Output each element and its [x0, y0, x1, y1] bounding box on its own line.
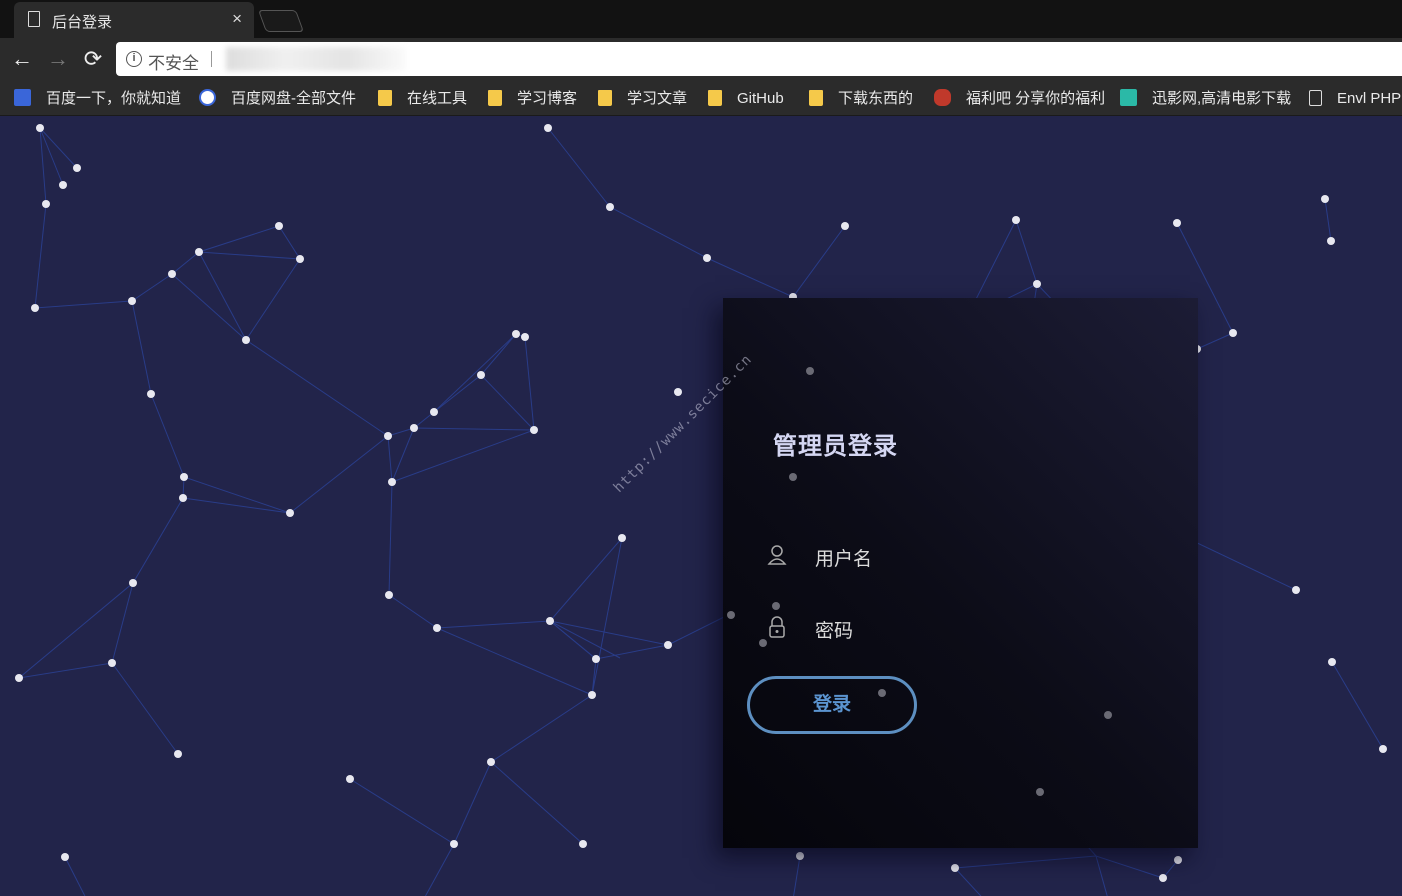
fuli-icon [934, 89, 951, 106]
bookmark-xunying[interactable]: 迅影网,高清电影下载 [1120, 88, 1292, 110]
password-field[interactable]: 密码 [763, 608, 1143, 648]
bookmark-fuli[interactable]: 福利吧 分享你的福利 [934, 88, 1104, 110]
login-panel: 管理员登录 用户名 密码 登录 [723, 298, 1198, 848]
bookmark-label: 福利吧 分享你的福利 [966, 90, 1104, 107]
baidu-pan-icon [199, 89, 216, 106]
bookmark-github[interactable]: GitHub [708, 88, 784, 110]
bookmark-label: 百度一下，你就知道 [46, 90, 182, 107]
close-tab-icon[interactable]: × [232, 9, 242, 29]
bookmarks-bar: 百度一下，你就知道 百度网盘-全部文件 在线工具 学习博客 学习文章 GitHu… [0, 80, 1402, 116]
folder-icon [809, 90, 823, 106]
tab-title: 后台登录 [52, 14, 113, 31]
bookmark-label: 学习博客 [517, 90, 578, 107]
folder-icon [708, 90, 722, 106]
folder-icon [598, 90, 612, 106]
password-input[interactable] [763, 608, 1143, 648]
login-button[interactable]: 登录 [747, 676, 917, 734]
username-field[interactable]: 用户名 [763, 536, 1143, 576]
browser-titlebar: 后台登录 × [0, 0, 1402, 38]
address-bar[interactable]: i 不安全 [116, 42, 1402, 76]
xunying-icon [1120, 89, 1137, 106]
baidu-icon [14, 89, 31, 106]
url-text-blurred[interactable] [226, 47, 406, 71]
bookmark-study-blog[interactable]: 学习博客 [488, 88, 577, 110]
reload-icon[interactable]: ⟳ [80, 46, 106, 72]
bookmark-label: 在线工具 [407, 90, 468, 107]
bookmark-label: 百度网盘-全部文件 [231, 90, 356, 107]
bookmark-label: 迅影网,高清电影下载 [1152, 90, 1292, 107]
login-title: 管理员登录 [773, 433, 898, 460]
bookmark-label: Envl PHP [1337, 90, 1402, 107]
browser-tab[interactable]: 后台登录 × [14, 2, 254, 38]
bookmark-baidu-pan[interactable]: 百度网盘-全部文件 [199, 88, 356, 110]
bookmark-label: GitHub [737, 90, 784, 107]
forward-icon[interactable]: → [45, 46, 71, 72]
folder-icon [488, 90, 502, 106]
bookmark-baidu[interactable]: 百度一下，你就知道 [14, 88, 181, 110]
particle-background: 管理员登录 用户名 密码 登录 http://www.secice.cn [0, 116, 1402, 896]
divider [211, 51, 212, 67]
new-tab-button[interactable] [257, 10, 305, 32]
folder-icon [378, 90, 392, 106]
browser-toolbar: ← → ⟳ i 不安全 [0, 38, 1402, 80]
bookmark-online-tools[interactable]: 在线工具 [378, 88, 467, 110]
page-icon [28, 11, 40, 27]
security-status[interactable]: 不安全 [148, 49, 199, 74]
page-icon [1309, 90, 1322, 106]
bookmark-study-articles[interactable]: 学习文章 [598, 88, 687, 110]
bookmark-label: 学习文章 [627, 90, 688, 107]
info-icon[interactable]: i [126, 51, 142, 67]
bookmark-label: 下载东西的 [838, 90, 914, 107]
bookmark-downloads[interactable]: 下载东西的 [809, 88, 913, 110]
back-icon[interactable]: ← [9, 46, 35, 72]
bookmark-envl-php[interactable]: Envl PHP [1309, 88, 1401, 110]
username-input[interactable] [763, 536, 1143, 576]
